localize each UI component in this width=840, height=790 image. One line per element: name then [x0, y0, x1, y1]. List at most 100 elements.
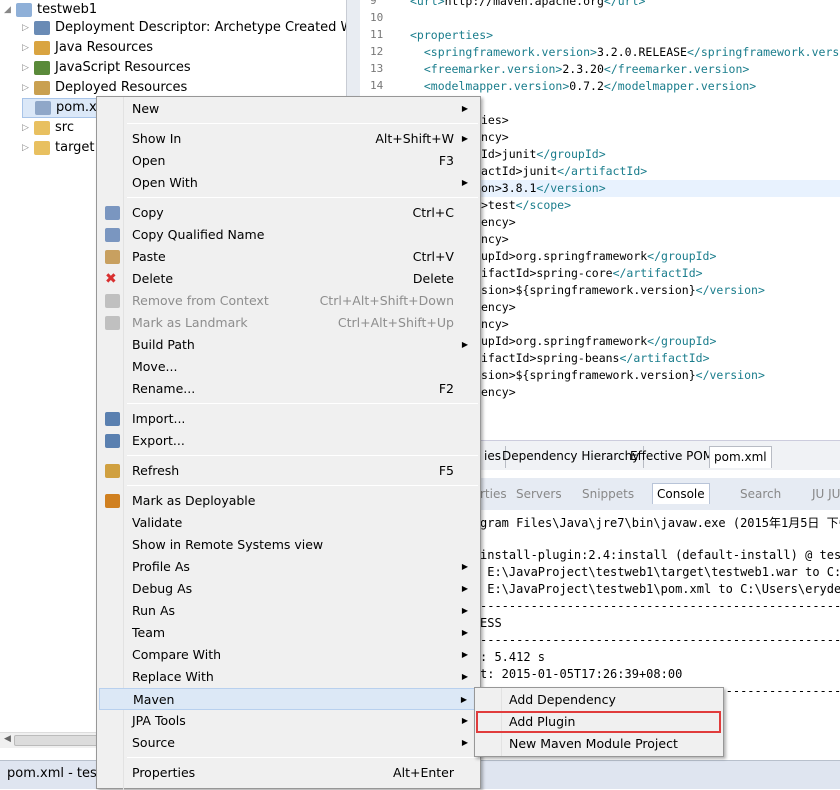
menu-separator	[127, 123, 478, 124]
expand-icon[interactable]: ▷	[22, 78, 34, 98]
line-number: 12	[370, 45, 384, 58]
code-line: <modelmapper.version>0.7.2</modelmapper.…	[423, 79, 757, 93]
menu-separator	[127, 455, 478, 456]
tree-item[interactable]: ▷ Deployed Resources	[22, 78, 187, 98]
menu-item-compare-with[interactable]: Compare With ▶	[99, 644, 478, 666]
submenu-arrow-icon: ▶	[460, 695, 467, 704]
console-header: gram Files\Java\jre7\bin\javaw.exe (2015…	[480, 516, 840, 530]
menu-item-replace-with[interactable]: Replace With ▶	[99, 666, 478, 688]
landmark-icon	[105, 316, 120, 330]
code-line: ifactId>spring-core</artifactId>	[481, 266, 703, 280]
folder-icon	[34, 121, 50, 135]
submenu-item-new-maven-module-project[interactable]: New Maven Module Project	[477, 733, 721, 755]
code-line: ncy>	[481, 317, 509, 331]
view-tab[interactable]: Search	[740, 487, 781, 501]
code-line: ncy>	[481, 130, 509, 144]
submenu-arrow-icon: ▶	[461, 134, 468, 143]
menu-item-copy-qualified-name[interactable]: Copy Qualified Name	[99, 224, 478, 246]
menu-item-profile-as[interactable]: Profile As ▶	[99, 556, 478, 578]
code-line: ency>	[481, 300, 516, 314]
submenu-arrow-icon: ▶	[461, 716, 468, 725]
deployable-icon	[105, 494, 120, 508]
submenu-arrow-icon: ▶	[461, 584, 468, 593]
view-tab[interactable]: Snippets	[582, 487, 634, 501]
expand-icon[interactable]: ▷	[22, 58, 34, 78]
delete-icon: ✖	[105, 271, 117, 287]
menu-item-delete[interactable]: ✖ Delete Delete	[99, 268, 478, 290]
line-number: 9	[370, 0, 377, 7]
submenu-arrow-icon: ▶	[461, 340, 468, 349]
editor-tab[interactable]: pom.xml	[709, 446, 772, 468]
code-line: upId>org.springframework</groupId>	[481, 249, 717, 263]
editor-tab[interactable]: Effective POM	[626, 446, 719, 468]
menu-separator	[127, 485, 478, 486]
highlight-box	[476, 711, 721, 733]
menu-item-debug-as[interactable]: Debug As ▶	[99, 578, 478, 600]
expand-icon[interactable]: ▷	[22, 118, 34, 138]
tree-item[interactable]: ▷ src	[22, 118, 74, 138]
menu-item-show-in[interactable]: Show In Alt+Shift+W ▶	[99, 128, 478, 150]
line-number: 10	[370, 11, 384, 24]
menu-item-jpa-tools[interactable]: JPA Tools ▶	[99, 710, 478, 732]
expand-icon[interactable]: ▷	[22, 38, 34, 58]
tree-item[interactable]: ▷ Deployment Descriptor: Archetype Create…	[22, 18, 369, 38]
context-menu: New ▶ Show In Alt+Shift+W ▶ Open F3 Open With ▶ C…	[96, 96, 481, 790]
tree-item[interactable]: ▷ Java Resources	[22, 38, 153, 58]
tree-item[interactable]: ▷ JavaScript Resources	[22, 58, 191, 78]
code-line: Id>junit</groupId>	[481, 147, 606, 161]
tree-item[interactable]: ▷ target	[22, 138, 95, 158]
code-line: <properties>	[410, 28, 494, 42]
deployed-resources-icon	[34, 81, 50, 95]
menu-item-open[interactable]: Open F3	[99, 150, 478, 172]
line-number: 11	[370, 28, 384, 41]
submenu-item-add-dependency[interactable]: Add Dependency	[477, 689, 721, 711]
line-number: 13	[370, 62, 384, 75]
view-tab[interactable]: JU JU	[812, 487, 840, 501]
code-line: <springframework.version>3.2.0.RELEASE</…	[423, 45, 840, 59]
copy-icon	[105, 206, 120, 220]
console-line: ESS	[480, 616, 502, 630]
import-icon	[105, 412, 120, 426]
menu-item-remove-from-context[interactable]: Remove from Context Ctrl+Alt+Shift+Down	[99, 290, 478, 312]
tree-project[interactable]: ◢ testweb1	[4, 0, 97, 20]
menu-item-import[interactable]: Import...	[99, 408, 478, 430]
menu-item-mark-as-landmark[interactable]: Mark as Landmark Ctrl+Alt+Shift+Up	[99, 312, 478, 334]
menu-item-show-in-remote-systems-view[interactable]: Show in Remote Systems view	[99, 534, 478, 556]
menu-item-move[interactable]: Move...	[99, 356, 478, 378]
menu-item-open-with[interactable]: Open With ▶	[99, 172, 478, 194]
menu-item-properties[interactable]: Properties Alt+Enter	[99, 762, 478, 784]
menu-item-source[interactable]: Source ▶	[99, 732, 478, 754]
menu-item-paste[interactable]: Paste Ctrl+V	[99, 246, 478, 268]
view-tab[interactable]: Servers	[516, 487, 562, 501]
menu-item-new[interactable]: New ▶	[99, 98, 478, 120]
menu-item-mark-as-deployable[interactable]: Mark as Deployable	[99, 490, 478, 512]
console-line: ----------------------------------------…	[480, 599, 840, 613]
menu-item-maven[interactable]: Maven ▶	[99, 688, 478, 710]
expand-icon[interactable]: ▷	[22, 18, 34, 38]
refresh-icon	[105, 464, 120, 478]
submenu-arrow-icon: ▶	[461, 104, 468, 113]
code-line: sion>${springframework.version}</version…	[481, 368, 765, 382]
menu-item-refresh[interactable]: Refresh F5	[99, 460, 478, 482]
code-line: on>3.8.1</version>	[481, 181, 606, 195]
menu-item-run-as[interactable]: Run As ▶	[99, 600, 478, 622]
console-line: install-plugin:2.4:install (default-inst…	[480, 548, 840, 562]
copy-qualified-name-icon	[105, 228, 120, 242]
view-tab[interactable]: rties	[480, 487, 507, 501]
code-line: ies>	[481, 113, 509, 127]
code-line: <freemarker.version>2.3.20</freemarker.v…	[423, 62, 750, 76]
menu-item-export[interactable]: Export...	[99, 430, 478, 452]
menu-item-team[interactable]: Team ▶	[99, 622, 478, 644]
expand-icon[interactable]: ▷	[22, 138, 34, 158]
editor-tab[interactable]: Dependency Hierarchy	[498, 446, 645, 468]
menu-item-copy[interactable]: Copy Ctrl+C	[99, 202, 478, 224]
submenu-arrow-icon: ▶	[461, 628, 468, 637]
code-line: <url>http://maven.apache.org</url>	[410, 0, 646, 8]
menu-item-validate[interactable]: Validate	[99, 512, 478, 534]
console-line: E:\JavaProject\testweb1\pom.xml to C:\Us…	[480, 582, 840, 596]
code-line: ifactId>spring-beans</artifactId>	[481, 351, 710, 365]
view-tab[interactable]: Console	[652, 483, 710, 504]
menu-item-build-path[interactable]: Build Path ▶	[99, 334, 478, 356]
code-line: upId>org.springframework</groupId>	[481, 334, 717, 348]
menu-item-rename[interactable]: Rename... F2	[99, 378, 478, 400]
